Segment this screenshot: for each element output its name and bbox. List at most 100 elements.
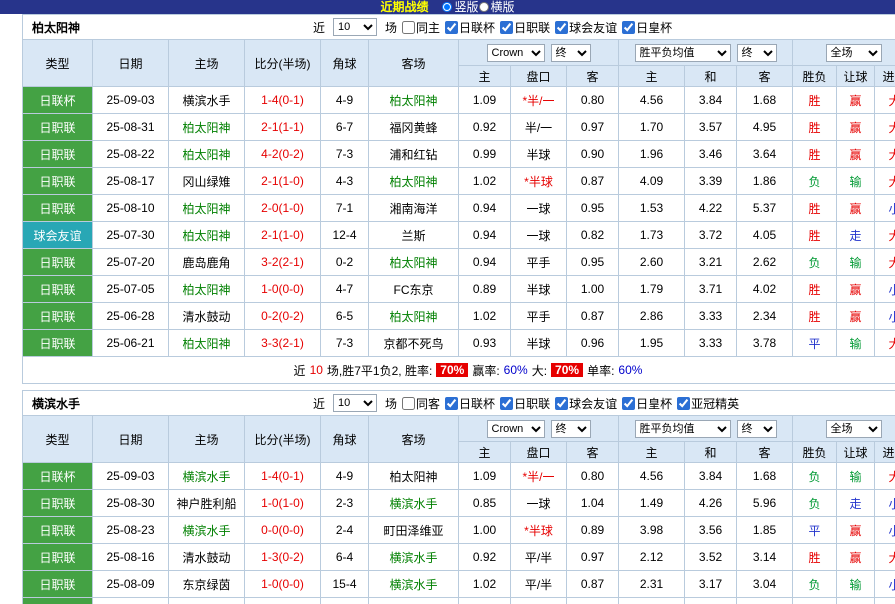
table-row: 日联杯25-09-03横滨水手1-4(0-1)4-9柏太阳神1.09*半/一0.…	[23, 87, 895, 114]
final-select[interactable]: 终	[551, 420, 591, 438]
checkbox-input[interactable]	[622, 21, 635, 34]
corners: 2-4	[321, 517, 369, 544]
avg-odds-value: 5.96	[737, 490, 793, 517]
section-header: 横滨水手近10场同客日联杯日职联球会友谊日皇杯亚冠精英	[22, 390, 895, 415]
column-header: 和	[685, 66, 737, 87]
filter-label: 同客	[416, 395, 440, 412]
avg-odds-value: 1.70	[619, 114, 685, 141]
column-header: 胜负	[793, 442, 837, 463]
checkbox-input[interactable]	[622, 397, 635, 410]
recent-count-select[interactable]: 10	[333, 394, 377, 412]
away-team: 柏太阳神	[369, 87, 459, 114]
match-type: 日职联	[23, 195, 93, 222]
avg-select[interactable]: 胜平负均值	[635, 44, 731, 62]
summary-part: 场,胜7平1负2, 胜率:	[327, 362, 432, 379]
company-select[interactable]: Crown	[487, 420, 545, 438]
checkbox-input[interactable]	[445, 21, 458, 34]
filter-checkbox[interactable]: 日皇杯	[622, 395, 672, 412]
checkbox-input[interactable]	[677, 397, 690, 410]
match-score: 3-3(2-1)	[245, 330, 321, 357]
match-result: 平	[793, 330, 837, 357]
avg-odds-value: 1.73	[619, 222, 685, 249]
handicap-result: 输	[837, 571, 875, 598]
goals-result	[875, 598, 895, 604]
away-team: 浦和红钻	[369, 141, 459, 168]
filter-checkbox[interactable]: 日职联	[500, 395, 550, 412]
filter-checkbox[interactable]: 日皇杯	[622, 19, 672, 36]
final-select[interactable]: 终	[737, 420, 777, 438]
odds-value: 0.96	[567, 330, 619, 357]
layout-radio-1[interactable]: 竖版	[442, 1, 478, 13]
avg-odds-value: 4.09	[619, 168, 685, 195]
column-header: 盘口	[511, 442, 567, 463]
filter-checkbox[interactable]: 球会友谊	[555, 19, 617, 36]
page: 近期战绩 竖版横版 柏太阳神近10场同主日联杯日职联球会友谊日皇杯类型日期主场比…	[0, 0, 895, 604]
company-select[interactable]: Crown	[487, 44, 545, 62]
checkbox-input[interactable]	[555, 21, 568, 34]
radio-input[interactable]	[479, 2, 489, 12]
checkbox-input[interactable]	[500, 397, 513, 410]
layout-radio-2[interactable]: 横版	[479, 1, 515, 13]
checkbox-input[interactable]	[500, 21, 513, 34]
checkbox-input[interactable]	[555, 397, 568, 410]
filter-checkbox[interactable]: 日联杯	[445, 395, 495, 412]
odds-value: 1.02	[459, 571, 511, 598]
radio-input[interactable]	[442, 2, 452, 12]
avg-select[interactable]: 胜平负均值	[635, 420, 731, 438]
checkbox-input[interactable]	[402, 21, 415, 34]
table-row: 日职联25-08-31柏太阳神2-1(1-1)6-7福冈黄蜂0.92半/一0.9…	[23, 114, 895, 141]
table-row: 日职联25-08-10柏太阳神2-0(1-0)7-1湘南海洋0.94一球0.95…	[23, 195, 895, 222]
radio-label: 横版	[491, 1, 515, 13]
away-team: 福冈黄蜂	[369, 114, 459, 141]
avg-odds-value: 3.33	[685, 303, 737, 330]
filter-checkbox[interactable]: 同主	[402, 19, 440, 36]
topbar: 近期战绩 竖版横版	[0, 0, 895, 14]
home-team: 清水鼓动	[169, 544, 245, 571]
column-header: 进球	[875, 442, 895, 463]
recent-count-select[interactable]: 10	[333, 18, 377, 36]
table-row: 日职联25-08-23横滨水手0-0(0-0)2-4町田泽维亚1.00*半球0.…	[23, 517, 895, 544]
match-score: 1-3(0-2)	[245, 544, 321, 571]
avg-odds-value: 2.31	[619, 571, 685, 598]
summary-part: 近	[294, 362, 306, 379]
corners: 15-4	[321, 571, 369, 598]
match-score: 2-0(1-0)	[245, 195, 321, 222]
final-select[interactable]: 终	[737, 44, 777, 62]
recent-label: 近	[313, 19, 325, 36]
scope-select[interactable]: 全场	[826, 44, 882, 62]
avg-odds-value: 4.05	[737, 222, 793, 249]
avg-odds-value: 1.68	[737, 463, 793, 490]
odds-value: 0.87	[567, 571, 619, 598]
avg-odds-value: 2.34	[737, 303, 793, 330]
filters: 近10场同主日联杯日职联球会友谊日皇杯	[313, 18, 672, 36]
home-team: 清水鼓动	[169, 303, 245, 330]
match-type: 日联杯	[23, 463, 93, 490]
filter-checkbox[interactable]: 球会友谊	[555, 395, 617, 412]
odds-value: 1.04	[567, 490, 619, 517]
filter-label: 亚冠精英	[691, 395, 739, 412]
avg-odds-value	[619, 598, 685, 604]
filter-checkbox[interactable]: 同客	[402, 395, 440, 412]
home-team: 柏太阳神	[169, 114, 245, 141]
home-team: 神户胜利船	[169, 490, 245, 517]
match-result: 胜	[793, 544, 837, 571]
goals-result: 大	[875, 463, 895, 490]
summary-part: 60%	[618, 363, 642, 377]
final-select[interactable]: 终	[551, 44, 591, 62]
filter-checkbox[interactable]: 亚冠精英	[677, 395, 739, 412]
home-team: 柏太阳神	[169, 276, 245, 303]
filter-checkbox[interactable]: 日联杯	[445, 19, 495, 36]
summary-bar: 近10场,胜7平1负2, 胜率:70%赢率:60%大:70%单率:60%	[22, 357, 895, 384]
avg-odds-value: 2.60	[619, 249, 685, 276]
checkbox-input[interactable]	[445, 397, 458, 410]
match-score: 2-1(1-0)	[245, 168, 321, 195]
scope-select[interactable]: 全场	[826, 420, 882, 438]
goals-result: 小	[875, 517, 895, 544]
table-row: 日职联25-08-17冈山绿雉2-1(1-0)4-3柏太阳神1.02*半球0.8…	[23, 168, 895, 195]
sections-container: 柏太阳神近10场同主日联杯日职联球会友谊日皇杯类型日期主场比分(半场)角球客场C…	[0, 14, 895, 604]
away-team: 湘南海洋	[369, 195, 459, 222]
match-date: 25-08-22	[93, 141, 169, 168]
corners: 2-3	[321, 490, 369, 517]
checkbox-input[interactable]	[402, 397, 415, 410]
filter-checkbox[interactable]: 日职联	[500, 19, 550, 36]
